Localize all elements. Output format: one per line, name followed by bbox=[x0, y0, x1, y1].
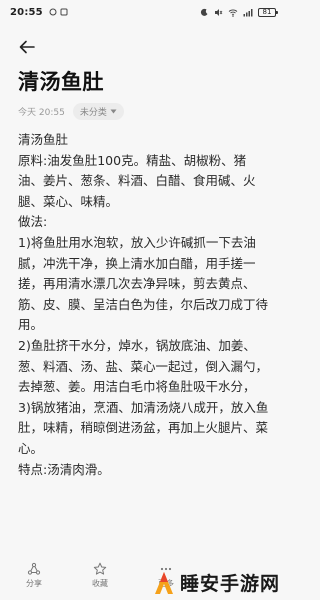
watermark: 睡安手游网 bbox=[151, 569, 280, 596]
wifi-icon bbox=[228, 9, 238, 17]
category-label: 未分类 bbox=[79, 108, 107, 118]
arrow-left-icon bbox=[19, 40, 35, 54]
watermark-logo-icon bbox=[154, 571, 173, 594]
note-paragraph: 1)将鱼肚用水泡软，放入少许碱抓一下去油腻，冲洗干净，换上清水加白醋，用手搓一搓… bbox=[18, 234, 269, 333]
cellular-signal-icon bbox=[243, 8, 253, 16]
note-paragraph: 特点:汤清肉滑。 bbox=[18, 461, 110, 477]
category-dropdown[interactable]: 未分类 bbox=[72, 103, 124, 120]
status-right-icons: 81 bbox=[200, 7, 278, 17]
note-paragraph: 3)锅放猪油，烹酒、加清汤烧八成开，放入鱼肚，味精，稍晾倒进汤盆，再加上火腿片、… bbox=[18, 399, 269, 456]
app-notification-icon bbox=[60, 8, 68, 16]
mute-icon bbox=[215, 8, 223, 16]
star-icon bbox=[93, 562, 107, 575]
share-button[interactable]: 分享 bbox=[18, 562, 50, 589]
note-body[interactable]: 清汤鱼肚 原料:油发鱼肚100克。精盐、胡椒粉、猪油、姜片、葱条、料酒、白醋、食… bbox=[18, 130, 270, 480]
back-button[interactable] bbox=[14, 34, 40, 60]
note-paragraph: 2)鱼肚挤干水分，焯水，锅放底油、加姜、葱、料酒、汤、盐、菜心一起过，倒入漏勺，… bbox=[18, 337, 269, 395]
note-timestamp: 今天 20:55 bbox=[18, 108, 65, 118]
share-label: 分享 bbox=[26, 579, 42, 588]
favorite-label: 收藏 bbox=[92, 579, 108, 588]
note-meta: 今天 20:55 未分类 bbox=[18, 103, 124, 120]
watermark-text: 睡安手游网 bbox=[179, 573, 280, 595]
do-not-disturb-icon bbox=[200, 8, 208, 16]
note-paragraph: 清汤鱼肚 bbox=[18, 132, 69, 147]
share-icon bbox=[27, 562, 41, 575]
note-paragraph: 做法: bbox=[18, 214, 48, 230]
status-bar: 20:55 81 bbox=[0, 0, 286, 24]
caret-down-icon bbox=[110, 109, 117, 114]
note-title[interactable]: 清汤鱼肚 bbox=[18, 66, 104, 96]
signal-dot-icon bbox=[49, 8, 57, 16]
battery-icon: 81 bbox=[258, 7, 278, 17]
favorite-button[interactable]: 收藏 bbox=[84, 562, 116, 589]
status-time: 20:55 bbox=[10, 6, 43, 18]
status-notification-icons bbox=[49, 8, 68, 16]
note-paragraph: 原料:油发鱼肚100克。精盐、胡椒粉、猪油、姜片、葱条、料酒、白醋、食用碱、火腿… bbox=[18, 152, 256, 209]
